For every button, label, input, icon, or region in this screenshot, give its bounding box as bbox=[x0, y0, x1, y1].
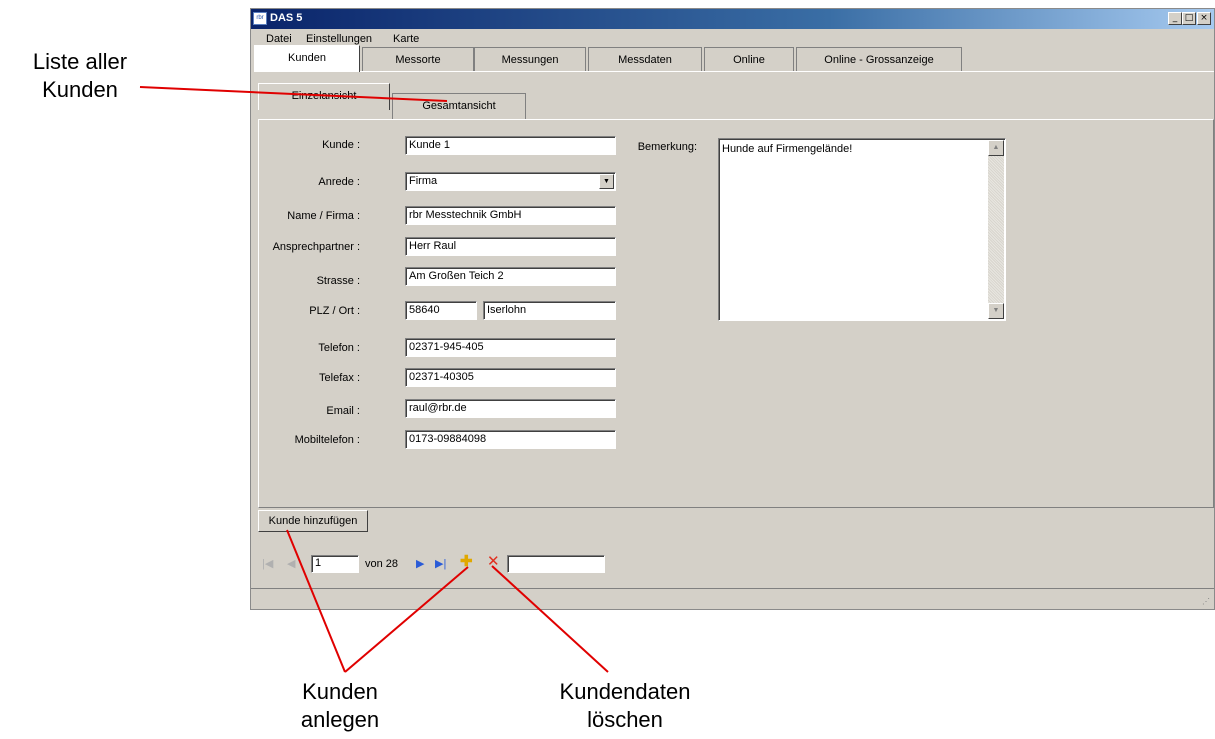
annotation-delete-line2: löschen bbox=[587, 707, 663, 732]
record-count: von 28 bbox=[365, 558, 399, 570]
annotation-create-line2: anlegen bbox=[300, 707, 380, 732]
close-icon[interactable]: × bbox=[1197, 12, 1211, 25]
next-record-icon[interactable]: ▶ bbox=[416, 557, 424, 571]
tab-divider bbox=[360, 71, 1214, 72]
bemerkung-textarea[interactable]: Hunde auf Firmengelände! ▲ ▼ bbox=[718, 138, 1006, 321]
position-input[interactable]: 1 bbox=[311, 555, 359, 573]
annotation-delete: Kundendaten löschen bbox=[530, 678, 720, 734]
label-kunde: Kunde : bbox=[322, 139, 360, 151]
chevron-down-icon[interactable]: ▼ bbox=[599, 174, 614, 189]
previous-record-icon[interactable]: ◀ bbox=[287, 557, 295, 571]
resize-grip-icon[interactable]: ⋰ bbox=[1202, 597, 1210, 606]
tab-messungen[interactable]: Messungen bbox=[474, 47, 586, 72]
ansprechpartner-field[interactable]: Herr Raul bbox=[405, 237, 616, 256]
scroll-up-icon[interactable]: ▲ bbox=[988, 140, 1004, 156]
title-bar[interactable]: rbr DAS 5 _ □ × bbox=[251, 9, 1214, 29]
label-bemerkung: Bemerkung: bbox=[637, 141, 697, 153]
maximize-icon[interactable]: □ bbox=[1182, 12, 1196, 25]
app-icon: rbr bbox=[253, 12, 267, 25]
label-strasse: Strasse : bbox=[316, 275, 360, 287]
annotation-create-line1: Kunden bbox=[302, 679, 378, 704]
telefon-field[interactable]: 02371-945-405 bbox=[405, 338, 616, 357]
label-anrede: Anrede : bbox=[318, 176, 360, 188]
search-input[interactable] bbox=[507, 555, 605, 573]
delete-record-icon[interactable]: ✕ bbox=[487, 554, 500, 569]
subtab-einzelansicht[interactable]: Einzelansicht bbox=[258, 83, 390, 110]
tab-kunden[interactable]: Kunden bbox=[254, 45, 360, 72]
menu-datei[interactable]: Datei bbox=[266, 33, 292, 45]
add-customer-button[interactable]: Kunde hinzufügen bbox=[258, 510, 368, 532]
email-field[interactable]: raul@rbr.de bbox=[405, 399, 616, 418]
window-title: DAS 5 bbox=[270, 12, 303, 24]
first-record-icon[interactable]: |◀ bbox=[262, 557, 273, 571]
annotation-create: Kunden anlegen bbox=[280, 678, 400, 734]
anrede-value: Firma bbox=[409, 175, 438, 187]
label-ansprechpartner: Ansprechpartner : bbox=[272, 241, 360, 253]
menu-karte[interactable]: Karte bbox=[393, 33, 419, 45]
mobil-field[interactable]: 0173-09884098 bbox=[405, 430, 616, 449]
add-record-icon[interactable]: ✚ bbox=[460, 554, 473, 569]
tab-online[interactable]: Online bbox=[704, 47, 794, 72]
minimize-icon[interactable]: _ bbox=[1168, 12, 1182, 25]
annotation-delete-line1: Kundendaten bbox=[559, 679, 691, 704]
annotation-list: Liste aller Kunden bbox=[20, 48, 140, 104]
tab-messdaten[interactable]: Messdaten bbox=[588, 47, 702, 72]
strasse-field[interactable]: Am Großen Teich 2 bbox=[405, 267, 616, 286]
scroll-down-icon[interactable]: ▼ bbox=[988, 303, 1004, 319]
telefax-field[interactable]: 02371-40305 bbox=[405, 368, 616, 387]
vertical-scrollbar[interactable]: ▲ ▼ bbox=[988, 140, 1004, 319]
status-bar: ⋰ bbox=[251, 588, 1214, 609]
annotation-list-line1: Liste aller bbox=[32, 49, 128, 74]
subtab-gesamtansicht[interactable]: Gesamtansicht bbox=[392, 93, 526, 119]
name-field[interactable]: rbr Messtechnik GmbH bbox=[405, 206, 616, 225]
tab-messorte[interactable]: Messorte bbox=[362, 47, 474, 72]
menu-einstellungen[interactable]: Einstellungen bbox=[306, 33, 372, 45]
label-email: Email : bbox=[326, 405, 360, 417]
menu-bar: Datei Einstellungen Karte bbox=[251, 29, 1214, 49]
last-record-icon[interactable]: ▶| bbox=[435, 557, 446, 571]
label-telefax: Telefax : bbox=[319, 372, 360, 384]
anrede-select[interactable]: Firma ▼ bbox=[405, 172, 616, 191]
tab-online-grossanzeige[interactable]: Online - Grossanzeige bbox=[796, 47, 962, 72]
plz-field[interactable]: 58640 bbox=[405, 301, 477, 320]
label-telefon: Telefon : bbox=[318, 342, 360, 354]
annotation-list-line2: Kunden bbox=[42, 77, 118, 102]
label-plzort: PLZ / Ort : bbox=[309, 305, 360, 317]
label-mobil: Mobiltelefon : bbox=[294, 434, 360, 446]
bemerkung-text: Hunde auf Firmengelände! bbox=[722, 143, 853, 155]
label-name: Name / Firma : bbox=[287, 210, 360, 222]
ort-field[interactable]: Iserlohn bbox=[483, 301, 616, 320]
